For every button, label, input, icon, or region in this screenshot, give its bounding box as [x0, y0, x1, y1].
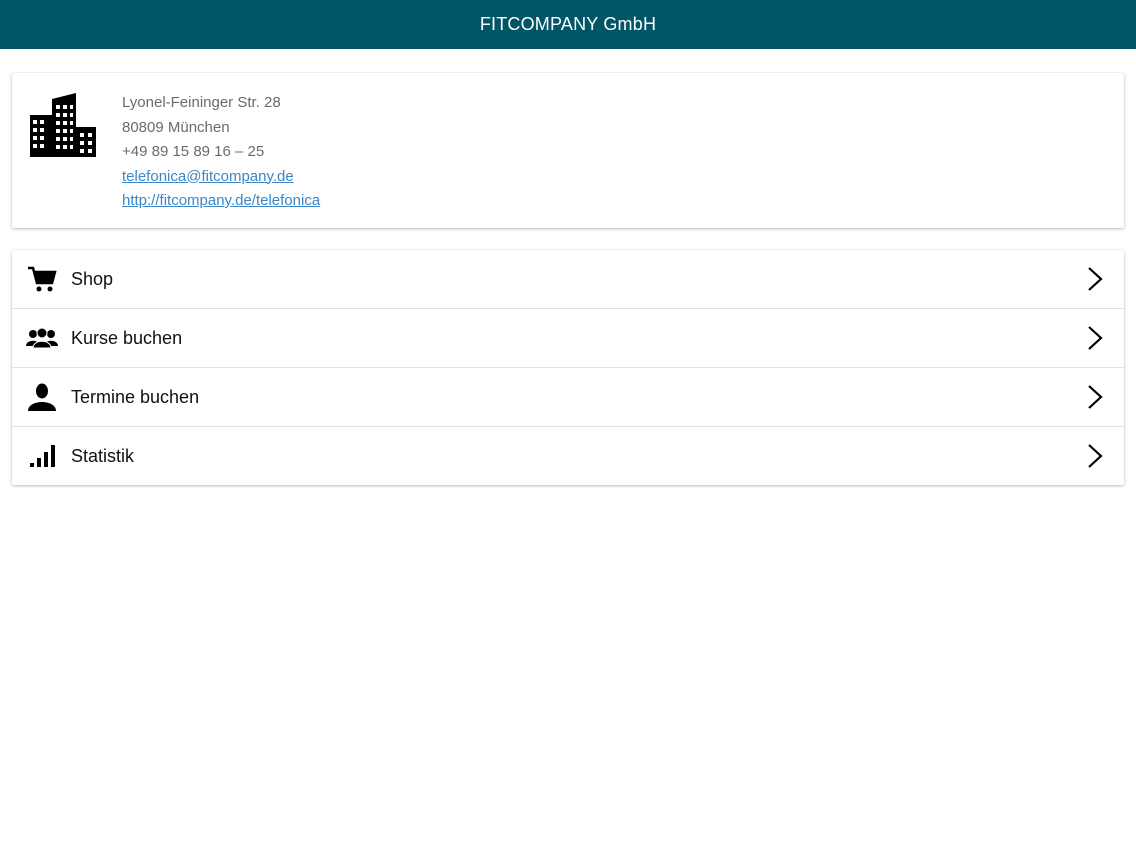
menu-item-kurse-buchen[interactable]: Kurse buchen — [12, 309, 1124, 368]
menu-label-kurse-buchen: Kurse buchen — [71, 327, 183, 348]
address-street: Lyonel-Feininger Str. 28 — [122, 94, 281, 111]
group-icon — [26, 323, 58, 353]
app-title: FITCOMPANY GmbH — [479, 14, 657, 34]
phone-number: +49 89 15 89 16 – 25 — [122, 143, 265, 160]
menu-item-statistik[interactable]: Statistik — [12, 427, 1124, 485]
menu-label-statistik: Statistik — [71, 445, 135, 466]
menu-label-shop: Shop — [71, 268, 114, 289]
menu-item-termine-buchen[interactable]: Termine buchen — [12, 368, 1124, 427]
company-address-block: Lyonel-Feininger Str. 28 80809 München +… — [122, 91, 320, 214]
signal-bars-icon — [26, 441, 58, 471]
chevron-right-icon — [1088, 444, 1103, 468]
chevron-right-icon — [1088, 267, 1103, 291]
address-city: 80809 München — [122, 118, 230, 136]
main-menu: Shop Kurse buchen Termine buchen Statist… — [12, 250, 1124, 485]
website-link[interactable]: http://fitcompany.de/telefonica — [122, 189, 320, 214]
company-info-card: Lyonel-Feininger Str. 28 80809 München +… — [12, 73, 1124, 228]
app-header: FITCOMPANY GmbH — [0, 0, 1136, 49]
cart-icon — [26, 264, 58, 294]
building-icon — [30, 93, 96, 157]
person-icon — [26, 382, 58, 412]
email-link[interactable]: telefonica@fitcompany.de — [122, 165, 320, 190]
menu-label-termine-buchen: Termine buchen — [71, 386, 200, 407]
chevron-right-icon — [1088, 385, 1103, 409]
menu-item-shop[interactable]: Shop — [12, 250, 1124, 309]
chevron-right-icon — [1088, 326, 1103, 350]
